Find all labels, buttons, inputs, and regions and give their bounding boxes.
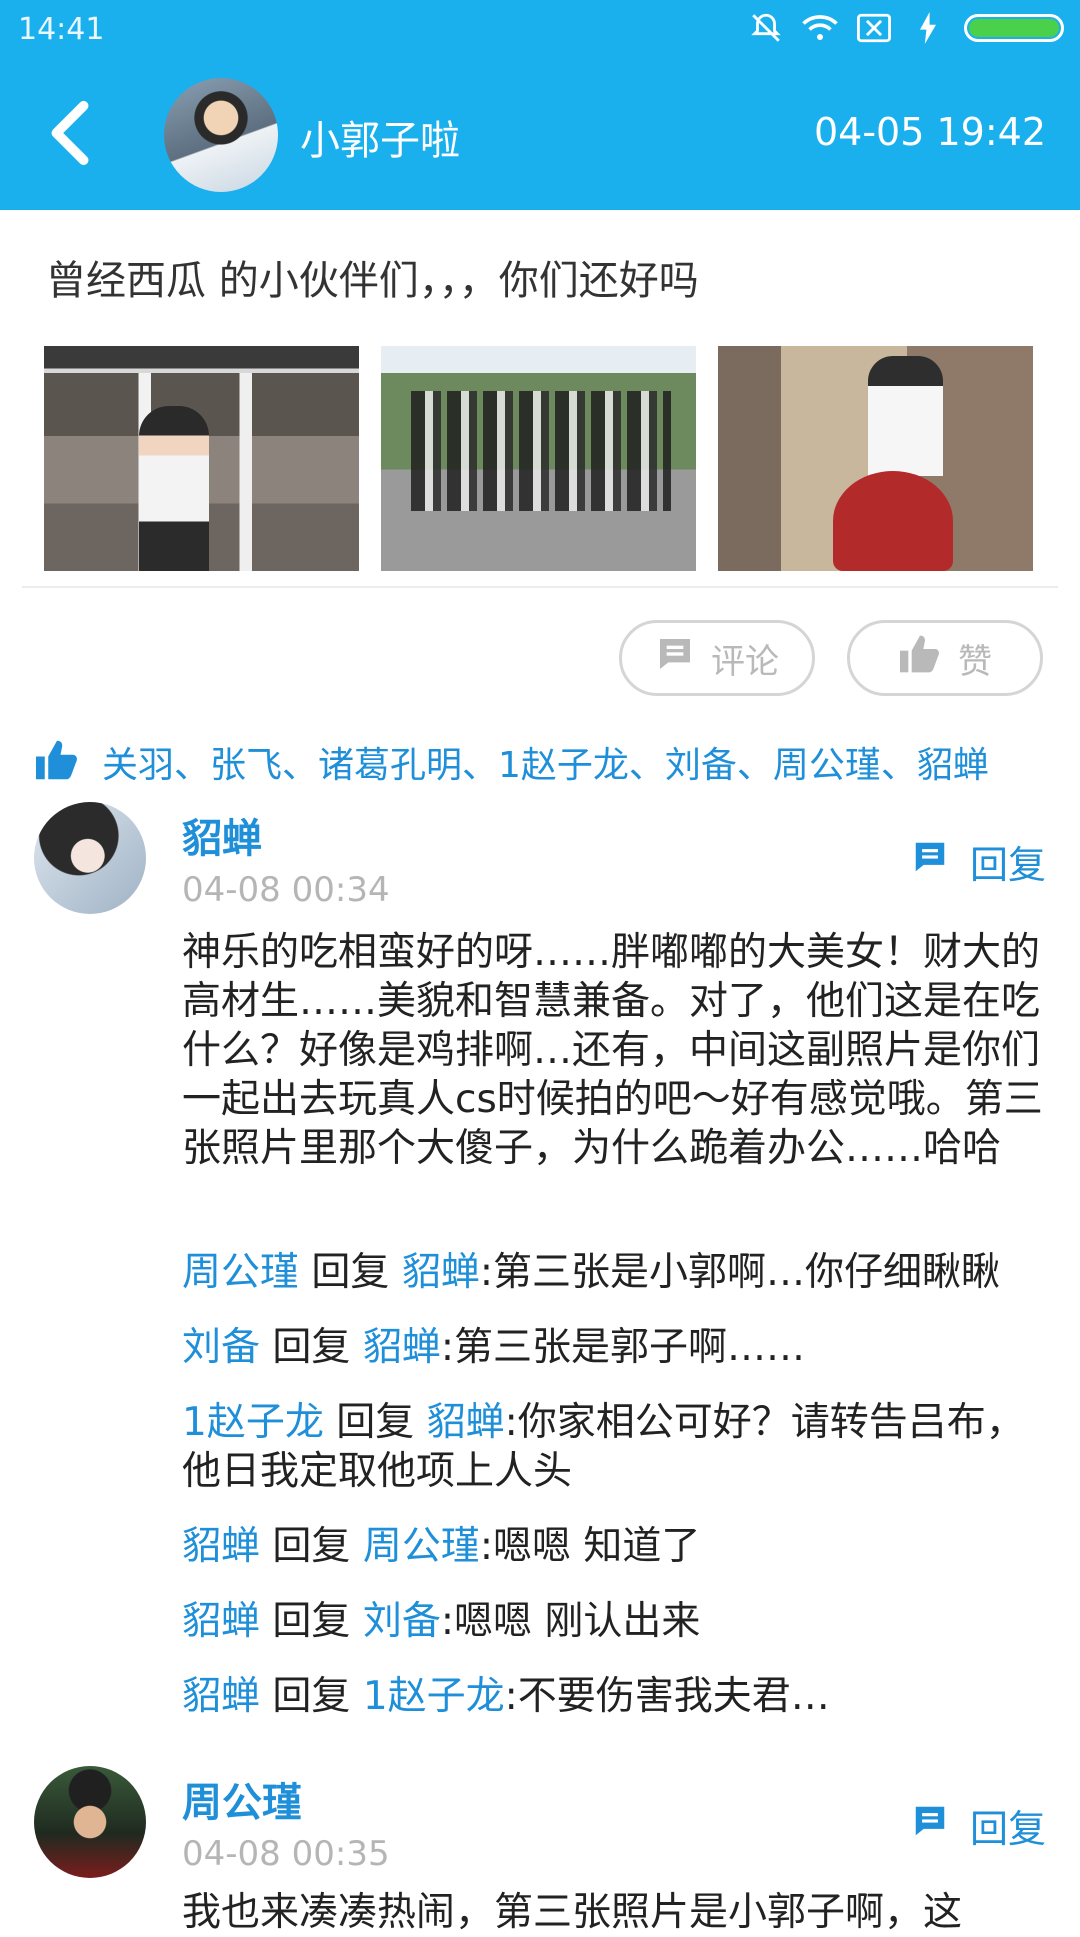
reply-from[interactable]: 貂蝉 [182,1524,260,1569]
post-text: 曾经西瓜 的小伙伴们，，，你们还好吗 [46,258,699,304]
comment-button[interactable]: 评论 [619,620,815,696]
reply-to[interactable]: 貂蝉 [363,1325,441,1370]
like-button[interactable]: 赞 [847,620,1043,696]
reply-to[interactable]: 周公瑾 [363,1524,480,1569]
post-photo-3[interactable] [718,346,1033,571]
comment-time: 04-08 00:34 [182,870,390,910]
thumbs-up-icon [898,634,942,683]
comment-icon [655,634,695,683]
thumbs-up-icon [34,739,80,785]
comment-label: 评论 [711,641,779,682]
reply-verb: 回复 [272,1524,351,1569]
back-button[interactable] [40,98,100,168]
reply-text: :第三张是小郭啊…你仔细瞅瞅 [479,1250,1000,1295]
reply-text: :不要伤害我夫君… [504,1674,830,1719]
reply-verb: 回复 [272,1674,351,1719]
comment-body: 神乐的吃相蛮好的呀……胖嘟嘟的大美女！财大的高材生……美貌和智慧兼备。对了，他们… [182,930,1043,1171]
post-photos [44,346,1034,571]
comment-body: 我也来凑凑热闹，第三张照片是小郭子啊，这 [182,1890,963,1935]
divider [22,586,1058,588]
reply-from[interactable]: 周公瑾 [182,1250,299,1295]
likes-names[interactable]: 关羽、张飞、诸葛孔明、1赵子龙、刘备、周公瑾、貂蝉 [102,736,989,788]
reply-verb: 回复 [311,1250,390,1295]
battery-icon [964,14,1064,42]
status-time: 14:41 [18,12,105,47]
status-bar: 14:41 [0,0,1080,62]
comment-time: 04-08 00:35 [182,1834,390,1874]
chat-header: 小郭子啦 04-05 19:42 [0,62,1080,210]
reply-text: :嗯嗯 知道了 [479,1524,701,1569]
reply-from[interactable]: 貂蝉 [182,1599,260,1644]
post-datetime: 04-05 19:42 [813,110,1046,154]
reply-item[interactable]: 周公瑾 回复 貂蝉:第三张是小郭啊…你仔细瞅瞅 [182,1248,1052,1297]
reply-to[interactable]: 貂蝉 [402,1250,480,1295]
reply-to[interactable]: 1赵子龙 [363,1674,505,1719]
reply-item[interactable]: 1赵子龙 回复 貂蝉:你家相公可好？请转告吕布，他日我定取他项上人头 [182,1398,1052,1496]
reply-button[interactable]: 回复 [910,1798,1046,1853]
comment-icon [910,838,950,885]
likes-row: 关羽、张飞、诸葛孔明、1赵子龙、刘备、周公瑾、貂蝉 [34,736,989,788]
reply-text: :嗯嗯 刚认出来 [440,1599,701,1644]
status-icons [748,10,1064,46]
reply-item[interactable]: 刘备 回复 貂蝉:第三张是郭子啊…… [182,1323,1052,1372]
reply-from[interactable]: 刘备 [182,1325,260,1370]
reply-verb: 回复 [336,1400,415,1445]
mute-icon [748,10,784,46]
reply-label: 回复 [969,843,1046,887]
like-label: 赞 [958,641,992,682]
sim-off-icon [856,10,892,46]
reply-to[interactable]: 貂蝉 [427,1400,505,1445]
reply-label: 回复 [969,1807,1046,1851]
reply-text: :第三张是郭子啊…… [440,1325,805,1370]
post-photo-1[interactable] [44,346,359,571]
commenter-avatar[interactable] [34,1766,146,1878]
wifi-icon [802,10,838,46]
reply-verb: 回复 [272,1325,351,1370]
reply-button[interactable]: 回复 [910,834,1046,889]
author-avatar[interactable] [164,78,278,192]
commenter-name[interactable]: 貂蝉 [182,806,262,864]
commenter-name[interactable]: 周公瑾 [182,1770,302,1828]
reply-item[interactable]: 貂蝉 回复 1赵子龙:不要伤害我夫君… [182,1672,1052,1721]
commenter-avatar[interactable] [34,802,146,914]
post-photo-2[interactable] [381,346,696,571]
comment-icon [910,1802,950,1849]
reply-from[interactable]: 1赵子龙 [182,1400,324,1445]
charging-icon [910,10,946,46]
reply-item[interactable]: 貂蝉 回复 周公瑾:嗯嗯 知道了 [182,1522,1052,1571]
reply-verb: 回复 [272,1599,351,1644]
reply-to[interactable]: 刘备 [363,1599,441,1644]
reply-item[interactable]: 貂蝉 回复 刘备:嗯嗯 刚认出来 [182,1597,1052,1646]
author-name[interactable]: 小郭子啦 [300,108,460,166]
reply-from[interactable]: 貂蝉 [182,1674,260,1719]
